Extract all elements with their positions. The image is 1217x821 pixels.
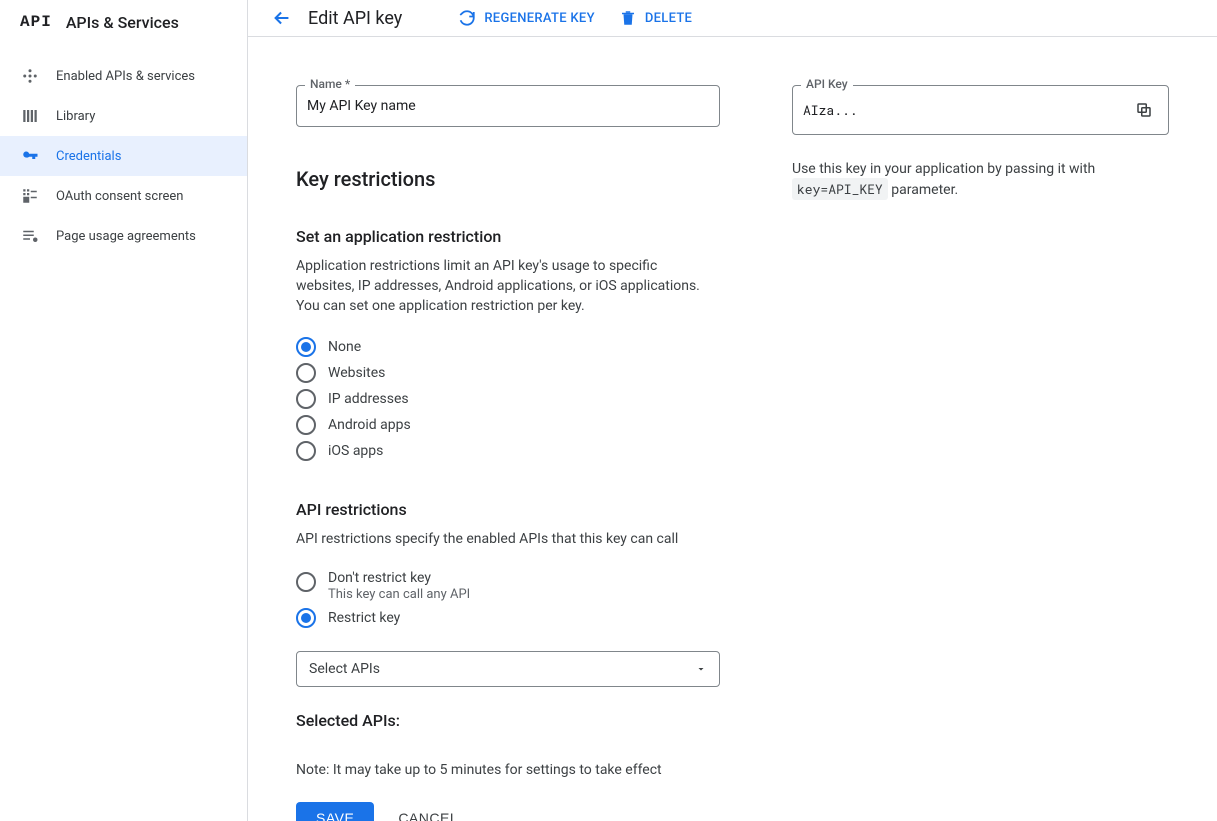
sidebar-item-oauth-consent[interactable]: OAuth consent screen bbox=[0, 176, 247, 216]
radio-restrict-key[interactable]: Restrict key bbox=[296, 605, 720, 631]
radio-websites[interactable]: Websites bbox=[296, 360, 720, 386]
api-key-card: API Key AIza... bbox=[792, 85, 1169, 135]
api-key-label: API Key bbox=[801, 77, 853, 91]
form-column: Name * Key restrictions Set an applicati… bbox=[296, 85, 720, 821]
caret-down-icon bbox=[695, 663, 707, 675]
key-icon bbox=[20, 146, 40, 166]
topbar: Edit API key REGENERATE KEY DELETE bbox=[248, 0, 1217, 37]
radio-icon bbox=[296, 441, 316, 461]
app-restriction-desc: Application restrictions limit an API ke… bbox=[296, 256, 706, 316]
helper-pre: Use this key in your application by pass… bbox=[792, 161, 1095, 177]
sidebar-item-label: Library bbox=[56, 109, 95, 124]
api-restriction-desc: API restrictions specify the enabled API… bbox=[296, 529, 706, 549]
cancel-button[interactable]: CANCEL bbox=[398, 810, 458, 821]
api-restriction-radio-group: Don't restrict key This key can call any… bbox=[296, 567, 720, 631]
sidebar-item-enabled-apis[interactable]: Enabled APIs & services bbox=[0, 56, 247, 96]
radio-ios-apps[interactable]: iOS apps bbox=[296, 438, 720, 464]
regenerate-key-button[interactable]: REGENERATE KEY bbox=[458, 9, 595, 27]
sidebar-item-label: Page usage agreements bbox=[56, 229, 196, 244]
delete-label: DELETE bbox=[645, 11, 692, 26]
radio-label: IP addresses bbox=[328, 391, 409, 407]
agreement-icon bbox=[20, 226, 40, 246]
sidebar-item-credentials[interactable]: Credentials bbox=[0, 136, 247, 176]
app-restriction-heading: Set an application restriction bbox=[296, 227, 720, 246]
regenerate-label: REGENERATE KEY bbox=[484, 11, 595, 26]
main: Edit API key REGENERATE KEY DELETE bbox=[248, 0, 1217, 821]
sidebar-item-label: Credentials bbox=[56, 149, 121, 164]
radio-icon bbox=[296, 415, 316, 435]
delete-button[interactable]: DELETE bbox=[619, 9, 692, 27]
key-restrictions-heading: Key restrictions bbox=[296, 167, 720, 191]
api-key-helper: Use this key in your application by pass… bbox=[792, 159, 1169, 200]
api-restriction-heading: API restrictions bbox=[296, 500, 720, 519]
radio-icon bbox=[296, 389, 316, 409]
sidebar-header: API APIs & Services bbox=[0, 0, 247, 44]
sidebar: API APIs & Services Enabled APIs & servi… bbox=[0, 0, 248, 821]
trash-icon bbox=[619, 9, 637, 27]
page-title: Edit API key bbox=[308, 8, 402, 29]
radio-dont-restrict[interactable]: Don't restrict key This key can call any… bbox=[296, 567, 720, 605]
select-label: Select APIs bbox=[309, 661, 380, 677]
dashboard-icon bbox=[20, 66, 40, 86]
sidebar-item-library[interactable]: Library bbox=[0, 96, 247, 136]
product-logo: API bbox=[20, 13, 52, 31]
radio-ip-addresses[interactable]: IP addresses bbox=[296, 386, 720, 412]
consent-icon bbox=[20, 186, 40, 206]
sidebar-item-usage-agreements[interactable]: Page usage agreements bbox=[0, 216, 247, 256]
radio-icon bbox=[296, 337, 316, 357]
app-restriction-radio-group: None Websites IP addresses Android apps bbox=[296, 334, 720, 464]
product-title: APIs & Services bbox=[66, 13, 179, 32]
footer-actions: SAVE CANCEL bbox=[296, 802, 720, 821]
radio-label: None bbox=[328, 339, 361, 355]
radio-icon bbox=[296, 363, 316, 383]
helper-code: key=API_KEY bbox=[792, 178, 888, 200]
name-label: Name * bbox=[305, 77, 355, 91]
back-button[interactable] bbox=[264, 0, 300, 36]
name-field[interactable]: Name * bbox=[296, 85, 720, 127]
library-icon bbox=[20, 106, 40, 126]
helper-post: parameter. bbox=[888, 182, 958, 198]
sidebar-item-label: OAuth consent screen bbox=[56, 189, 183, 204]
refresh-icon bbox=[458, 9, 476, 27]
radio-label: iOS apps bbox=[328, 443, 383, 459]
radio-label: Restrict key bbox=[328, 610, 400, 626]
radio-sublabel: This key can call any API bbox=[328, 587, 470, 602]
radio-icon bbox=[296, 608, 316, 628]
radio-android-apps[interactable]: Android apps bbox=[296, 412, 720, 438]
top-actions: REGENERATE KEY DELETE bbox=[458, 9, 692, 27]
copy-api-key-button[interactable] bbox=[1132, 98, 1156, 122]
radio-label: Android apps bbox=[328, 417, 411, 433]
save-button[interactable]: SAVE bbox=[296, 802, 374, 821]
radio-label: Websites bbox=[328, 365, 385, 381]
content: Name * Key restrictions Set an applicati… bbox=[248, 37, 1217, 821]
selected-apis-heading: Selected APIs: bbox=[296, 711, 720, 730]
radio-label: Don't restrict key bbox=[328, 570, 470, 586]
radio-none[interactable]: None bbox=[296, 334, 720, 360]
api-key-column: API Key AIza... Use this key in your app… bbox=[792, 85, 1169, 821]
select-apis-dropdown[interactable]: Select APIs bbox=[296, 651, 720, 687]
radio-icon bbox=[296, 572, 316, 592]
settings-note: Note: It may take up to 5 minutes for se… bbox=[296, 762, 720, 778]
sidebar-item-label: Enabled APIs & services bbox=[56, 69, 195, 84]
api-key-value: AIza... bbox=[803, 101, 1132, 119]
sidebar-nav: Enabled APIs & services Library Credenti… bbox=[0, 44, 247, 256]
name-input[interactable] bbox=[307, 98, 707, 114]
